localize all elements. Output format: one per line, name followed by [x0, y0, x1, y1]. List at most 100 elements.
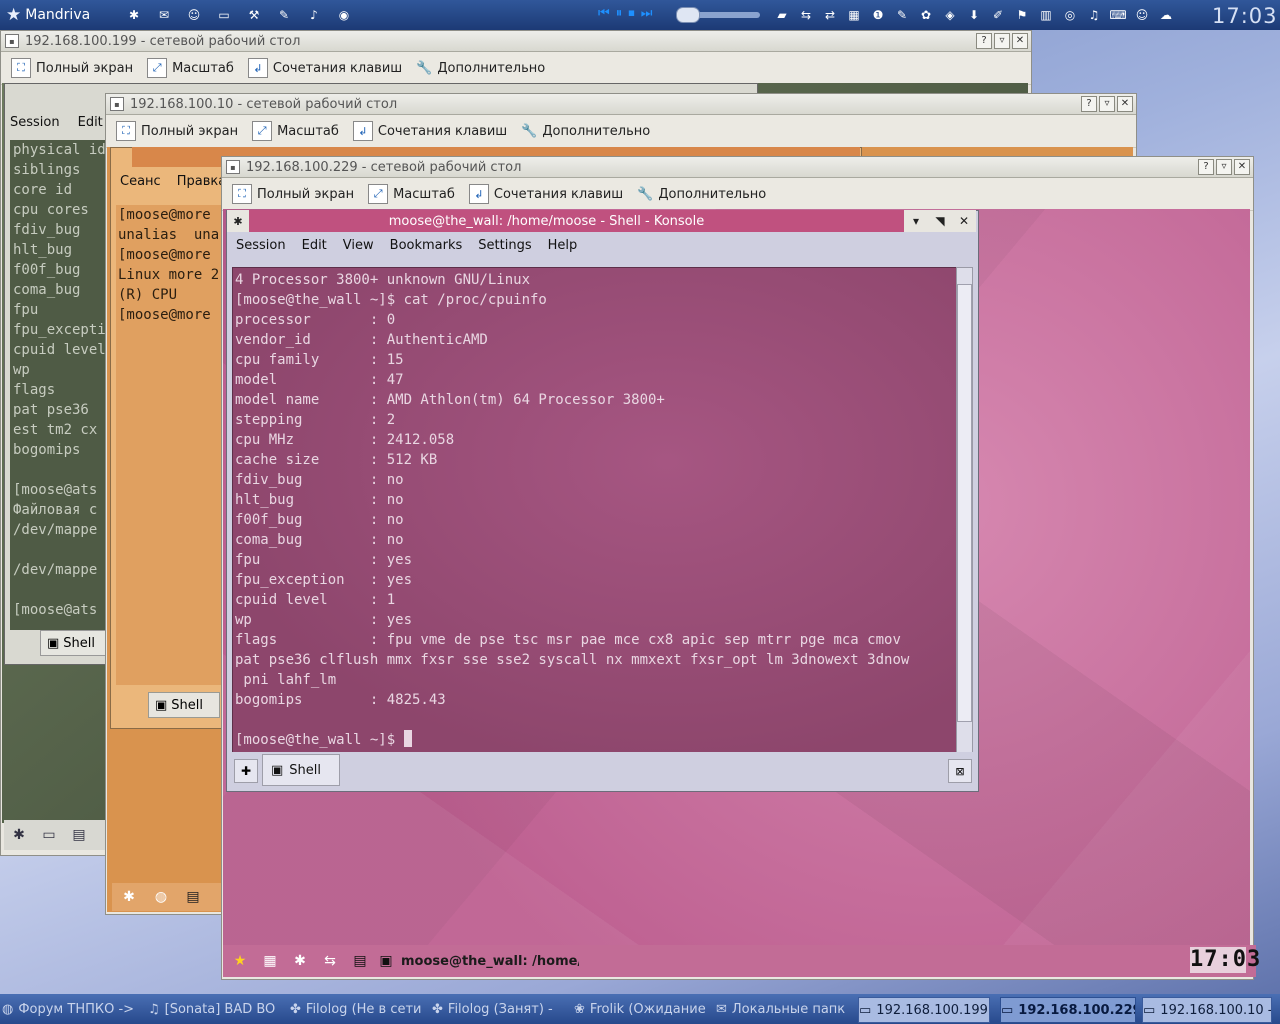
shortcuts-button[interactable]: ↲ Сочетания клавиш — [468, 184, 623, 204]
panel-clock[interactable]: 17:03 — [1212, 4, 1278, 28]
window-menu-icon[interactable]: ▪ — [110, 97, 124, 111]
task-item[interactable]: ❀ Frolik (Ожидание — [574, 997, 709, 1021]
chat-icon[interactable]: ☺ — [184, 5, 204, 25]
fullscreen-button[interactable]: ⛶ Полный экран — [116, 121, 238, 141]
notification-icon[interactable]: ❶ — [868, 5, 888, 25]
pen-icon[interactable]: ✎ — [274, 5, 294, 25]
guitar-icon[interactable]: ♪ — [304, 5, 324, 25]
task-item[interactable]: ▭ 192.168.100.229 — [1000, 997, 1136, 1023]
flag-icon[interactable]: ⚑ — [1012, 5, 1032, 25]
desktop-icon[interactable]: ▭ — [38, 824, 60, 846]
gear-icon[interactable]: ✱ — [289, 950, 311, 972]
task-item[interactable]: ✤ Filolog (Занят) - — [432, 997, 582, 1021]
terminal-icon[interactable]: ▤ — [182, 886, 204, 908]
gear-icon[interactable]: ✱ — [8, 824, 30, 846]
keyboard-icon[interactable]: ⌨ — [1108, 5, 1128, 25]
window-menu-icon[interactable]: ▪ — [226, 160, 240, 174]
fullscreen-button[interactable]: ⛶ Полный экран — [11, 58, 133, 78]
advanced-button[interactable]: 🔧 Дополнительно — [416, 61, 545, 76]
terminal-icon[interactable]: ▤ — [68, 824, 90, 846]
menu-session[interactable]: Сеанс — [120, 174, 161, 189]
menu-session[interactable]: Session — [10, 115, 60, 130]
tools-icon[interactable]: ⚒ — [244, 5, 264, 25]
network-icon[interactable]: ⇆ — [319, 950, 341, 972]
scale-button[interactable]: ⤢ Масштаб — [147, 58, 234, 78]
close-button[interactable]: ✕ — [1117, 96, 1133, 112]
advanced-button[interactable]: 🔧 Дополнительно — [521, 124, 650, 139]
monitor-icon[interactable]: ▭ — [214, 5, 234, 25]
window-titlebar[interactable]: ▪ 192.168.100.229 - сетевой рабочий стол… — [222, 157, 1253, 178]
globe-icon[interactable]: ◍ — [150, 886, 172, 908]
menu-edit[interactable]: Правка — [177, 174, 226, 189]
menu-bookmarks[interactable]: Bookmarks — [390, 238, 463, 253]
remote-clock[interactable]: 17:03 — [1190, 947, 1260, 973]
mail-icon[interactable]: ✉ — [154, 5, 174, 25]
menu-help[interactable]: Help — [548, 238, 578, 253]
menu-edit[interactable]: Edit — [302, 238, 327, 253]
tab-shell-199[interactable]: ▣ Shell — [40, 630, 112, 656]
terminal-icon[interactable]: ▤ — [349, 950, 371, 972]
pause-icon[interactable]: ⏸ — [616, 6, 623, 21]
task-item[interactable]: ▭ 192.168.100.199 — [858, 997, 990, 1023]
mandriva-menu-button[interactable]: ★ Mandriva — [2, 3, 100, 27]
task-item[interactable]: ▭ 192.168.100.10 - — [1142, 997, 1272, 1023]
menu-settings[interactable]: Settings — [478, 238, 531, 253]
next-icon[interactable]: ⏭ — [641, 6, 653, 21]
previous-icon[interactable]: ⏮ — [598, 6, 610, 21]
help-button[interactable]: ? — [1198, 159, 1214, 175]
new-tab-button[interactable]: ✚ — [234, 759, 258, 783]
note-icon[interactable]: ✐ — [988, 5, 1008, 25]
window-menu-icon[interactable]: ▾ — [904, 210, 928, 232]
scrollbar-thumb[interactable] — [957, 284, 972, 722]
shortcuts-button[interactable]: ↲ Сочетания клавиш — [352, 121, 507, 141]
konsole-titlebar[interactable]: ✱ moose@the_wall: /home/moose - Shell - … — [227, 210, 976, 232]
scale-button[interactable]: ⤢ Масштаб — [368, 184, 455, 204]
book-icon[interactable]: ▥ — [1036, 5, 1056, 25]
task-item[interactable]: ✤ Filolog (Не в сети — [290, 997, 430, 1021]
network2-icon[interactable]: ⇄ — [820, 5, 840, 25]
task-konsole[interactable]: moose@the_wall: /home/mo — [401, 954, 579, 969]
chat-icon[interactable]: ☺ — [1132, 5, 1152, 25]
calendar-icon[interactable]: ▦ — [844, 5, 864, 25]
minimize-button[interactable]: ▿ — [1099, 96, 1115, 112]
menu-edit[interactable]: Edit — [78, 115, 103, 130]
stop-icon[interactable]: ⏹ — [628, 6, 635, 21]
close-button[interactable]: ✕ — [1234, 159, 1250, 175]
window-menu-icon[interactable]: ▪ — [5, 34, 19, 48]
flowers-icon[interactable]: ✿ — [916, 5, 936, 25]
record-icon[interactable]: ◉ — [334, 5, 354, 25]
window-titlebar[interactable]: ▪ 192.168.100.199 - сетевой рабочий стол… — [1, 31, 1031, 52]
network-icon[interactable]: ⇆ — [796, 5, 816, 25]
task-item[interactable]: ♫ [Sonata] BAD BO — [148, 997, 288, 1021]
close-button[interactable]: ✕ — [1012, 33, 1028, 49]
volume-knob[interactable] — [676, 7, 700, 23]
terminal-output-10[interactable]: [moose@more unalias una [moose@more Linu… — [116, 205, 228, 685]
close-tab-button[interactable]: ⊠ — [948, 759, 972, 783]
task-item[interactable]: ◍ Форум ТНПКО -> — [2, 997, 147, 1021]
window-titlebar[interactable]: ▪ 192.168.100.10 - сетевой рабочий стол … — [106, 94, 1136, 115]
minimize-button[interactable]: ▿ — [994, 33, 1010, 49]
gear-icon[interactable]: ✱ — [124, 5, 144, 25]
minimize-button[interactable]: ▿ — [1216, 159, 1232, 175]
close-icon[interactable]: ✕ — [952, 210, 976, 232]
package-icon[interactable]: ▦ — [259, 950, 281, 972]
shortcuts-button[interactable]: ↲ Сочетания клавиш — [247, 58, 402, 78]
opera-icon[interactable]: ◎ — [1060, 5, 1080, 25]
menu-view[interactable]: View — [343, 238, 374, 253]
tab-shell[interactable]: ▣ Shell — [262, 754, 340, 786]
task-item[interactable]: ✉ Локальные папки — [716, 997, 846, 1021]
music-icon[interactable]: ♫ — [1084, 5, 1104, 25]
advanced-button[interactable]: 🔧 Дополнительно — [637, 187, 766, 202]
weather-icon[interactable]: ☁ — [1156, 5, 1176, 25]
palette-icon[interactable]: ◈ — [940, 5, 960, 25]
fullscreen-button[interactable]: ⛶ Полный экран — [232, 184, 354, 204]
gear-icon[interactable]: ✱ — [118, 886, 140, 908]
star-icon[interactable]: ★ — [229, 950, 251, 972]
help-button[interactable]: ? — [1081, 96, 1097, 112]
menu-session[interactable]: Session — [236, 238, 286, 253]
tab-shell-10[interactable]: ▣ Shell — [148, 692, 220, 718]
download-icon[interactable]: ⬇ — [964, 5, 984, 25]
pen-icon[interactable]: ✎ — [892, 5, 912, 25]
help-button[interactable]: ? — [976, 33, 992, 49]
folder-icon[interactable]: ▰ — [772, 5, 792, 25]
